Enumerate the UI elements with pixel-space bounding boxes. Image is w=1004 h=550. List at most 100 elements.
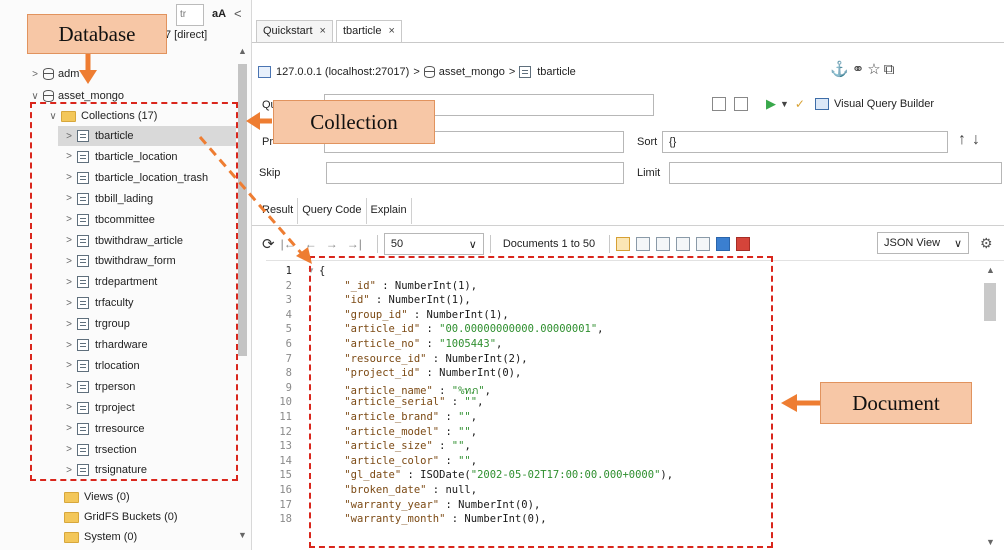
close-icon[interactable]: ×: [388, 25, 394, 42]
line-number: 1: [285, 265, 292, 277]
previous-page-icon[interactable]: ←: [305, 237, 317, 251]
tab-tbarticle[interactable]: tbarticle ×: [335, 20, 402, 42]
chevron-down-icon[interactable]: ∨: [30, 91, 40, 102]
chevron-down-icon[interactable]: ▼: [780, 99, 789, 109]
line-number: 5: [285, 323, 292, 336]
line-number: 11: [279, 410, 292, 423]
line-number: 16: [279, 483, 292, 496]
line-number: 18: [279, 513, 292, 526]
chevron-down-icon: ∨: [468, 238, 477, 251]
breadcrumb-database[interactable]: asset_mongo: [439, 66, 505, 78]
edit-document-icon[interactable]: [676, 237, 691, 251]
export-icon[interactable]: [716, 237, 731, 251]
last-page-icon[interactable]: →|: [347, 237, 362, 251]
path-toolbar: ⚓⚭☆⧉: [830, 60, 897, 78]
document-highlight-box: [309, 256, 773, 548]
breadcrumb-separator: >: [413, 66, 420, 78]
tree-db-adm[interactable]: > adm: [30, 64, 79, 84]
server-icon: [258, 66, 271, 78]
tab-explain[interactable]: Explain: [367, 198, 412, 224]
scroll-down-arrow-icon[interactable]: ▼: [986, 537, 995, 547]
tab-result[interactable]: Result: [258, 198, 299, 224]
scroll-up-arrow-icon[interactable]: ▲: [238, 46, 247, 56]
query-toolbar: ▶ ▼ ✓ Visual Query Builder: [712, 96, 934, 112]
page-size-value: 50: [390, 238, 404, 250]
run-query-icon[interactable]: ▶: [766, 96, 776, 112]
editor-scrollbar-thumb[interactable]: [984, 283, 996, 321]
breadcrumb-server[interactable]: 127.0.0.1 (localhost:27017): [276, 66, 409, 78]
line-number: 9: [285, 381, 292, 394]
tab-query-code[interactable]: Query Code: [298, 198, 367, 224]
skip-input[interactable]: [326, 162, 624, 184]
folder-label: Views (0): [84, 491, 130, 503]
line-number: 15: [279, 469, 292, 482]
sort-input[interactable]: {}: [662, 131, 948, 153]
folder-icon: [64, 531, 79, 543]
collapse-sidebar-icon[interactable]: <: [234, 6, 242, 21]
tab-divider: [252, 42, 1004, 43]
toolbar-separator: [376, 235, 378, 253]
page-size-select[interactable]: 50 ∨: [383, 233, 484, 255]
add-document-icon[interactable]: [636, 237, 651, 251]
scroll-up-arrow-icon[interactable]: ▲: [986, 265, 995, 275]
tree-system-folder[interactable]: System (0): [64, 527, 137, 547]
close-icon[interactable]: ×: [320, 25, 326, 42]
db-name: adm: [58, 68, 80, 80]
refresh-icon[interactable]: ⟳: [262, 235, 275, 253]
view-mode-select[interactable]: JSON View ∨: [877, 232, 969, 254]
folder-icon: [64, 511, 79, 523]
result-navigation-bar: ⟳ |← ← → →| 50 ∨ Documents 1 to 50 JSON …: [262, 232, 1002, 256]
sort-direction-controls: ↑↓: [958, 131, 986, 149]
line-number: 13: [279, 440, 292, 453]
match-case-toggle[interactable]: aA: [212, 8, 226, 20]
line-number-gutter: 1 2 3 4 5 6 7 8 9 10 11 12 13 14 15 16 17 18: [266, 265, 292, 528]
database-icon: [43, 90, 54, 102]
collection-icon: [519, 66, 532, 78]
format-icon[interactable]: [712, 97, 726, 111]
skip-label: Skip: [259, 167, 281, 179]
tree-filter-input[interactable]: tr: [176, 4, 204, 26]
gear-icon[interactable]: ⚙: [980, 235, 993, 252]
line-number: 17: [279, 498, 292, 511]
arrow-up-icon[interactable]: ↑: [958, 131, 972, 148]
database-icon: [43, 68, 54, 80]
clone-document-icon[interactable]: [656, 237, 671, 251]
collection-callout: Collection: [273, 100, 435, 144]
arrow-down-icon[interactable]: ↓: [972, 131, 986, 148]
sidebar-scrollbar-thumb[interactable]: [238, 64, 247, 356]
result-tab-divider: [252, 225, 1004, 226]
projection-label: Pr: [262, 136, 273, 148]
tree-gridfs-folder[interactable]: GridFS Buckets (0): [64, 507, 178, 527]
tab-label: tbarticle: [342, 25, 382, 37]
line-number: 6: [285, 337, 292, 350]
anchor-icon[interactable]: ⚓: [830, 61, 852, 78]
clear-query-icon[interactable]: ✓: [795, 97, 805, 111]
db-name: asset_mongo: [58, 90, 125, 102]
limit-input[interactable]: [669, 162, 1002, 184]
tree-views-folder[interactable]: Views (0): [64, 487, 130, 507]
tab-quickstart[interactable]: Quickstart ×: [256, 20, 333, 42]
visual-query-builder-button[interactable]: Visual Query Builder: [814, 98, 934, 110]
result-tabs: Result Query Code Explain: [258, 198, 412, 224]
breadcrumb-separator: >: [508, 66, 516, 78]
history-icon[interactable]: ⚭: [852, 61, 868, 78]
line-number: 7: [285, 352, 292, 365]
toolbar-separator: [489, 235, 491, 253]
first-page-icon[interactable]: |←: [281, 237, 296, 251]
next-page-icon[interactable]: →: [326, 237, 338, 251]
breadcrumb-collection[interactable]: tbarticle: [537, 66, 576, 78]
star-icon[interactable]: ☆: [867, 61, 883, 78]
toolbar-separator: [609, 235, 611, 253]
view-document-icon[interactable]: [696, 237, 711, 251]
folder-label: GridFS Buckets (0): [84, 511, 178, 523]
chevron-right-icon[interactable]: >: [30, 69, 40, 80]
chevron-down-icon: ∨: [953, 237, 962, 250]
folder-label: System (0): [84, 531, 138, 543]
copy-icon[interactable]: ⧉: [884, 61, 898, 78]
line-number: 8: [285, 367, 292, 380]
history-query-icon[interactable]: [734, 97, 748, 111]
delete-document-icon[interactable]: [736, 237, 751, 251]
lock-icon[interactable]: [616, 237, 631, 251]
documents-range-label: Documents 1 to 50: [502, 238, 596, 250]
scroll-down-arrow-icon[interactable]: ▼: [238, 530, 247, 540]
